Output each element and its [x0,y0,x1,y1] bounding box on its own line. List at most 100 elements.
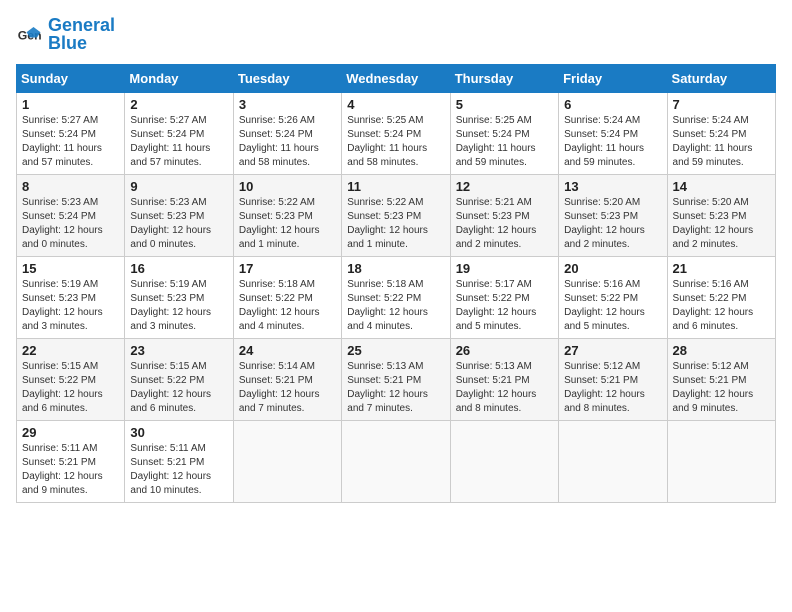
calendar-cell [342,421,450,503]
day-info: Sunrise: 5:20 AM Sunset: 5:23 PM Dayligh… [673,196,770,252]
day-info: Sunrise: 5:13 AM Sunset: 5:21 PM Dayligh… [347,360,444,416]
calendar-cell: 19 Sunrise: 5:17 AM Sunset: 5:22 PM Dayl… [450,257,558,339]
calendar-cell: 15 Sunrise: 5:19 AM Sunset: 5:23 PM Dayl… [17,257,125,339]
logo-icon: Gen [16,20,44,48]
calendar-cell: 26 Sunrise: 5:13 AM Sunset: 5:21 PM Dayl… [450,339,558,421]
day-number: 9 [130,179,227,194]
day-info: Sunrise: 5:27 AM Sunset: 5:24 PM Dayligh… [130,114,227,170]
calendar-cell [667,421,775,503]
calendar-cell: 21 Sunrise: 5:16 AM Sunset: 5:22 PM Dayl… [667,257,775,339]
day-number: 3 [239,97,336,112]
logo: Gen GeneralBlue [16,16,115,52]
calendar-cell [559,421,667,503]
weekday-header-wednesday: Wednesday [342,65,450,93]
day-info: Sunrise: 5:19 AM Sunset: 5:23 PM Dayligh… [22,278,119,334]
day-number: 29 [22,425,119,440]
day-info: Sunrise: 5:23 AM Sunset: 5:24 PM Dayligh… [22,196,119,252]
day-number: 4 [347,97,444,112]
day-info: Sunrise: 5:24 AM Sunset: 5:24 PM Dayligh… [564,114,661,170]
calendar-cell: 17 Sunrise: 5:18 AM Sunset: 5:22 PM Dayl… [233,257,341,339]
weekday-header-monday: Monday [125,65,233,93]
calendar-cell: 23 Sunrise: 5:15 AM Sunset: 5:22 PM Dayl… [125,339,233,421]
calendar-cell: 7 Sunrise: 5:24 AM Sunset: 5:24 PM Dayli… [667,93,775,175]
day-info: Sunrise: 5:18 AM Sunset: 5:22 PM Dayligh… [239,278,336,334]
day-number: 28 [673,343,770,358]
day-number: 1 [22,97,119,112]
day-info: Sunrise: 5:14 AM Sunset: 5:21 PM Dayligh… [239,360,336,416]
calendar-cell: 16 Sunrise: 5:19 AM Sunset: 5:23 PM Dayl… [125,257,233,339]
page-header: Gen GeneralBlue [16,16,776,52]
calendar-cell: 28 Sunrise: 5:12 AM Sunset: 5:21 PM Dayl… [667,339,775,421]
day-number: 5 [456,97,553,112]
weekday-header-friday: Friday [559,65,667,93]
calendar-cell: 14 Sunrise: 5:20 AM Sunset: 5:23 PM Dayl… [667,175,775,257]
calendar-cell: 2 Sunrise: 5:27 AM Sunset: 5:24 PM Dayli… [125,93,233,175]
day-number: 7 [673,97,770,112]
day-info: Sunrise: 5:20 AM Sunset: 5:23 PM Dayligh… [564,196,661,252]
day-info: Sunrise: 5:11 AM Sunset: 5:21 PM Dayligh… [22,442,119,498]
day-info: Sunrise: 5:23 AM Sunset: 5:23 PM Dayligh… [130,196,227,252]
calendar-cell: 13 Sunrise: 5:20 AM Sunset: 5:23 PM Dayl… [559,175,667,257]
day-number: 17 [239,261,336,276]
day-number: 16 [130,261,227,276]
weekday-header-saturday: Saturday [667,65,775,93]
day-number: 13 [564,179,661,194]
day-info: Sunrise: 5:18 AM Sunset: 5:22 PM Dayligh… [347,278,444,334]
calendar-cell: 1 Sunrise: 5:27 AM Sunset: 5:24 PM Dayli… [17,93,125,175]
calendar-cell: 10 Sunrise: 5:22 AM Sunset: 5:23 PM Dayl… [233,175,341,257]
calendar-cell: 20 Sunrise: 5:16 AM Sunset: 5:22 PM Dayl… [559,257,667,339]
day-number: 20 [564,261,661,276]
calendar-cell: 12 Sunrise: 5:21 AM Sunset: 5:23 PM Dayl… [450,175,558,257]
day-number: 23 [130,343,227,358]
calendar-cell: 9 Sunrise: 5:23 AM Sunset: 5:23 PM Dayli… [125,175,233,257]
calendar-cell: 8 Sunrise: 5:23 AM Sunset: 5:24 PM Dayli… [17,175,125,257]
day-info: Sunrise: 5:25 AM Sunset: 5:24 PM Dayligh… [456,114,553,170]
day-info: Sunrise: 5:12 AM Sunset: 5:21 PM Dayligh… [564,360,661,416]
day-number: 15 [22,261,119,276]
calendar-cell: 3 Sunrise: 5:26 AM Sunset: 5:24 PM Dayli… [233,93,341,175]
day-number: 22 [22,343,119,358]
day-info: Sunrise: 5:22 AM Sunset: 5:23 PM Dayligh… [347,196,444,252]
calendar-cell [233,421,341,503]
day-number: 21 [673,261,770,276]
calendar-cell: 25 Sunrise: 5:13 AM Sunset: 5:21 PM Dayl… [342,339,450,421]
day-info: Sunrise: 5:21 AM Sunset: 5:23 PM Dayligh… [456,196,553,252]
calendar-cell: 18 Sunrise: 5:18 AM Sunset: 5:22 PM Dayl… [342,257,450,339]
calendar-cell: 11 Sunrise: 5:22 AM Sunset: 5:23 PM Dayl… [342,175,450,257]
calendar-cell [450,421,558,503]
day-info: Sunrise: 5:15 AM Sunset: 5:22 PM Dayligh… [130,360,227,416]
day-info: Sunrise: 5:16 AM Sunset: 5:22 PM Dayligh… [564,278,661,334]
day-info: Sunrise: 5:16 AM Sunset: 5:22 PM Dayligh… [673,278,770,334]
calendar-cell: 24 Sunrise: 5:14 AM Sunset: 5:21 PM Dayl… [233,339,341,421]
day-number: 6 [564,97,661,112]
day-number: 24 [239,343,336,358]
day-number: 2 [130,97,227,112]
day-info: Sunrise: 5:11 AM Sunset: 5:21 PM Dayligh… [130,442,227,498]
day-number: 11 [347,179,444,194]
calendar-cell: 27 Sunrise: 5:12 AM Sunset: 5:21 PM Dayl… [559,339,667,421]
calendar-table: SundayMondayTuesdayWednesdayThursdayFrid… [16,64,776,503]
day-number: 25 [347,343,444,358]
day-info: Sunrise: 5:22 AM Sunset: 5:23 PM Dayligh… [239,196,336,252]
calendar-cell: 6 Sunrise: 5:24 AM Sunset: 5:24 PM Dayli… [559,93,667,175]
day-info: Sunrise: 5:24 AM Sunset: 5:24 PM Dayligh… [673,114,770,170]
day-number: 12 [456,179,553,194]
day-info: Sunrise: 5:17 AM Sunset: 5:22 PM Dayligh… [456,278,553,334]
day-info: Sunrise: 5:27 AM Sunset: 5:24 PM Dayligh… [22,114,119,170]
day-number: 27 [564,343,661,358]
calendar-cell: 5 Sunrise: 5:25 AM Sunset: 5:24 PM Dayli… [450,93,558,175]
day-info: Sunrise: 5:26 AM Sunset: 5:24 PM Dayligh… [239,114,336,170]
day-number: 26 [456,343,553,358]
calendar-cell: 4 Sunrise: 5:25 AM Sunset: 5:24 PM Dayli… [342,93,450,175]
logo-text: GeneralBlue [48,16,115,52]
day-info: Sunrise: 5:19 AM Sunset: 5:23 PM Dayligh… [130,278,227,334]
day-number: 14 [673,179,770,194]
day-number: 19 [456,261,553,276]
day-info: Sunrise: 5:15 AM Sunset: 5:22 PM Dayligh… [22,360,119,416]
weekday-header-sunday: Sunday [17,65,125,93]
day-info: Sunrise: 5:25 AM Sunset: 5:24 PM Dayligh… [347,114,444,170]
day-number: 8 [22,179,119,194]
weekday-header-thursday: Thursday [450,65,558,93]
weekday-header-tuesday: Tuesday [233,65,341,93]
day-number: 30 [130,425,227,440]
